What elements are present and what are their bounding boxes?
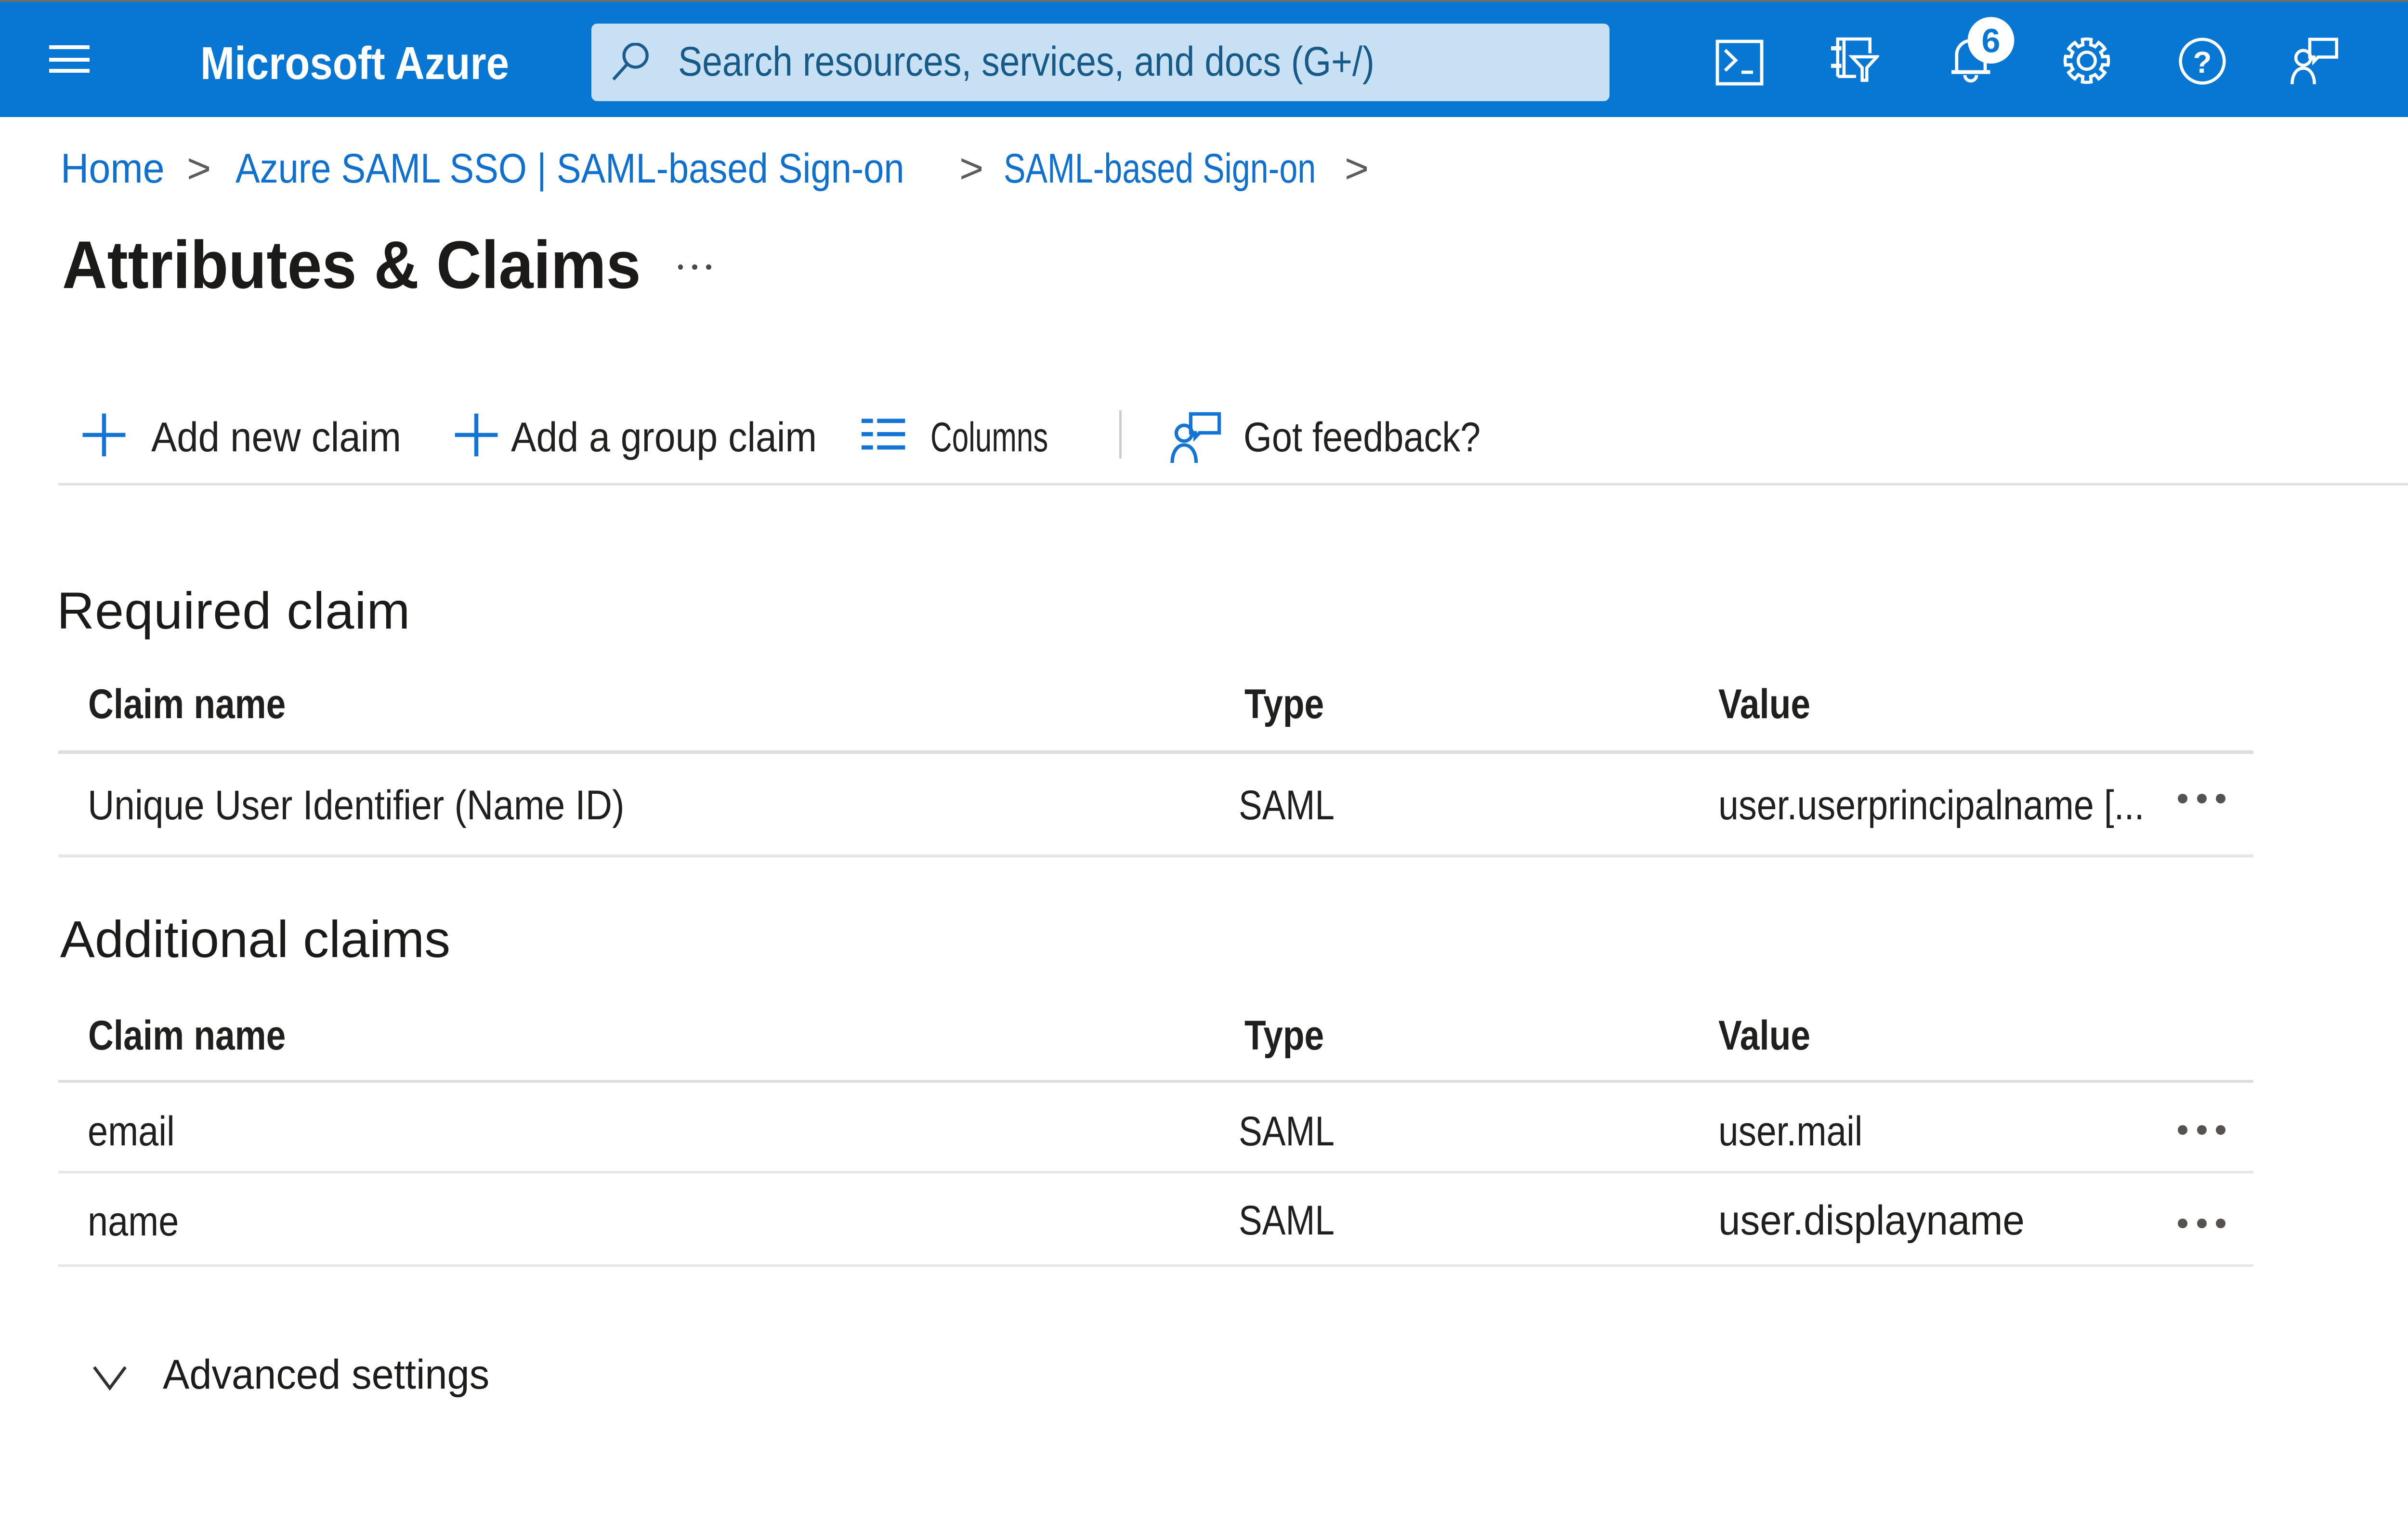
svg-text:6: 6 (1982, 22, 2001, 59)
svg-text:?: ? (2193, 46, 2212, 79)
